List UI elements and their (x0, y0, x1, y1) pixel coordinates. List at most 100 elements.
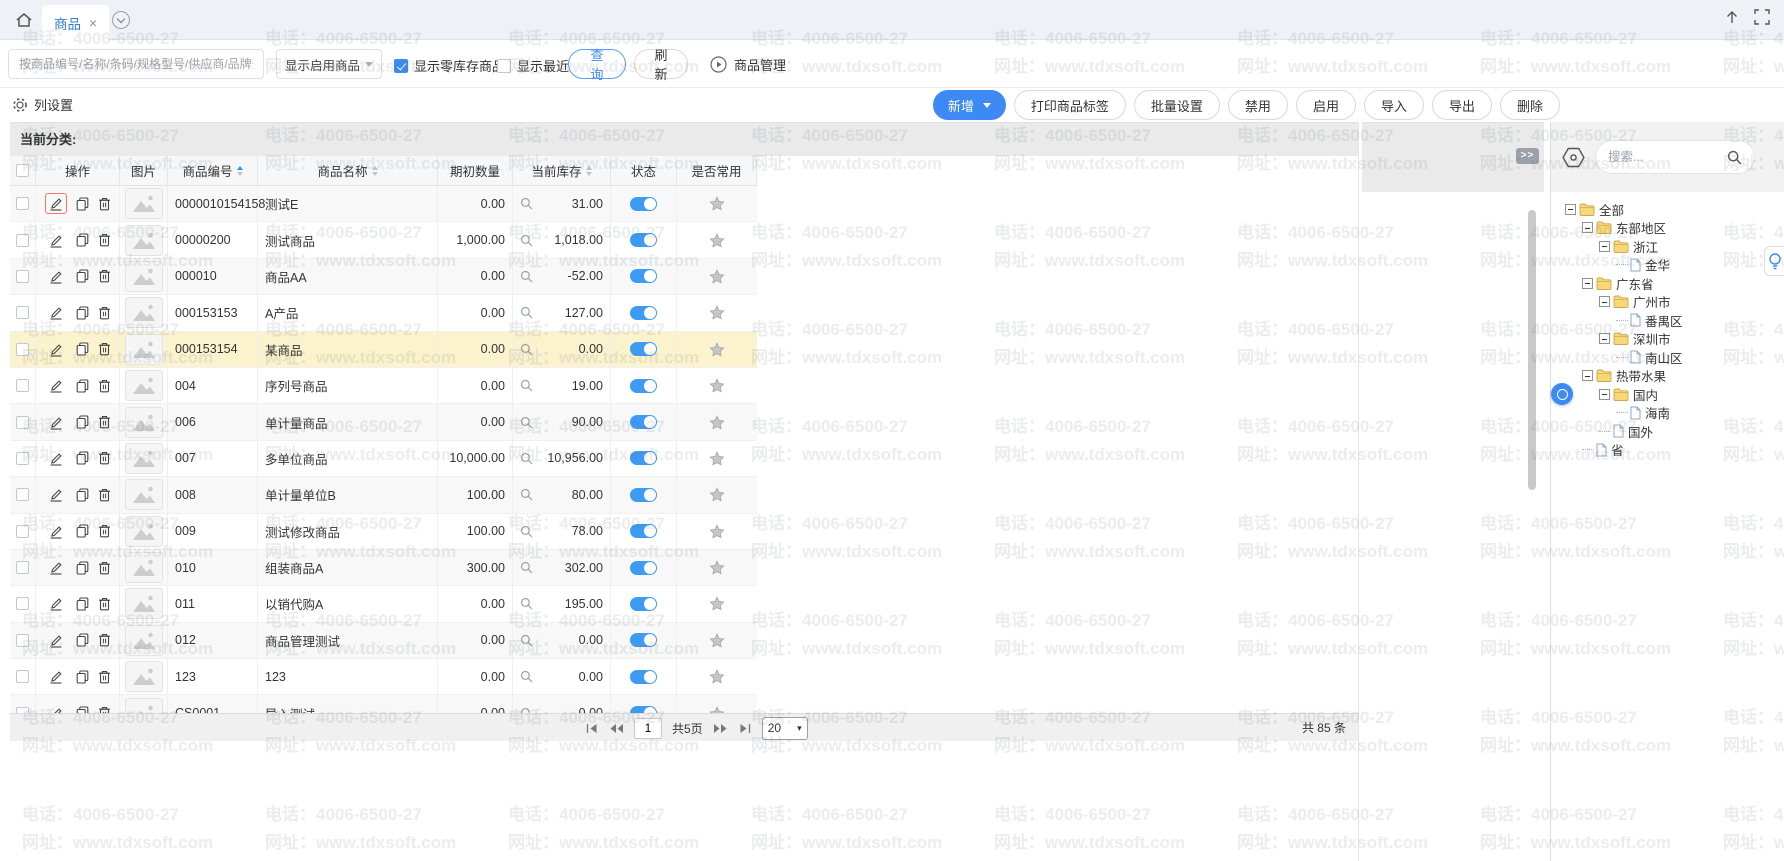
status-toggle-on[interactable] (630, 451, 657, 465)
table-row[interactable]: 012 商品管理测试 0.00 0.00 (10, 623, 757, 659)
favorite-star-icon[interactable] (709, 487, 725, 502)
edit-icon[interactable] (45, 521, 67, 542)
edit-icon[interactable] (45, 339, 67, 360)
favorite-star-icon[interactable] (709, 596, 725, 611)
copy-icon[interactable] (76, 233, 89, 247)
table-row[interactable]: 008 单计量单位B 100.00 80.00 (10, 477, 757, 513)
delete-icon[interactable] (98, 197, 111, 211)
action-button[interactable]: 导入 (1364, 90, 1424, 120)
tree-node[interactable]: 热带水果 (1551, 367, 1784, 386)
select-all-checkbox[interactable] (16, 164, 29, 177)
delete-icon[interactable] (98, 524, 111, 538)
status-toggle-on[interactable] (630, 597, 657, 611)
tree-settings-icon[interactable] (1560, 144, 1587, 171)
stock-search-icon[interactable] (520, 488, 533, 501)
action-button[interactable]: 导出 (1432, 90, 1492, 120)
edit-icon[interactable] (45, 266, 67, 287)
last-page-icon[interactable] (738, 723, 752, 734)
row-checkbox[interactable] (16, 416, 29, 429)
table-row[interactable]: 011 以销代购A 0.00 195.00 (10, 586, 757, 622)
zero-stock-checkbox[interactable]: 显示零库存商品 (394, 56, 505, 75)
page-number-input[interactable] (634, 718, 662, 739)
action-button[interactable]: 打印商品标签 (1014, 90, 1126, 120)
copy-icon[interactable] (76, 561, 89, 575)
row-checkbox[interactable] (16, 488, 29, 501)
header-name-sort[interactable]: 商品名称 (258, 156, 438, 186)
copy-icon[interactable] (76, 269, 89, 283)
status-toggle-on[interactable] (630, 342, 657, 356)
favorite-star-icon[interactable] (709, 560, 725, 575)
row-checkbox[interactable] (16, 270, 29, 283)
row-checkbox[interactable] (16, 197, 29, 210)
delete-icon[interactable] (98, 269, 111, 283)
tree-node[interactable]: 浙江 (1551, 237, 1784, 256)
favorite-star-icon[interactable] (709, 378, 725, 393)
stock-search-icon[interactable] (520, 670, 533, 683)
status-toggle-on[interactable] (630, 197, 657, 211)
stock-search-icon[interactable] (520, 197, 533, 210)
vertical-scrollbar[interactable] (1528, 210, 1536, 490)
table-row[interactable]: 004 序列号商品 0.00 19.00 (10, 368, 757, 404)
tree-node[interactable]: 海南 (1551, 404, 1784, 423)
table-row[interactable]: 006 单计量商品 0.00 90.00 (10, 404, 757, 440)
action-button[interactable]: 删除 (1500, 90, 1560, 120)
scroll-top-icon[interactable] (1724, 9, 1740, 25)
refresh-button[interactable]: 刷新 (634, 49, 688, 79)
tree-node[interactable]: 国外 (1551, 422, 1784, 441)
table-row[interactable]: 000010 商品AA 0.00 -52.00 (10, 259, 757, 295)
tree-node[interactable]: 番禺区 (1551, 311, 1784, 330)
edit-icon[interactable] (45, 630, 67, 651)
tree-node[interactable]: 全部 (1551, 200, 1784, 219)
stock-search-icon[interactable] (520, 452, 533, 465)
product-image-placeholder[interactable] (125, 334, 163, 365)
checkbox-checked-icon[interactable] (394, 59, 408, 73)
status-toggle-on[interactable] (630, 488, 657, 502)
next-page-icon[interactable] (713, 723, 728, 734)
row-checkbox[interactable] (16, 634, 29, 647)
favorite-star-icon[interactable] (709, 269, 725, 284)
action-button[interactable]: 启用 (1296, 90, 1356, 120)
edit-icon[interactable] (45, 593, 67, 614)
favorite-star-icon[interactable] (709, 706, 725, 713)
tree-node[interactable]: 南山区 (1551, 348, 1784, 367)
table-row[interactable]: 009 测试修改商品 100.00 78.00 (10, 514, 757, 550)
favorite-star-icon[interactable] (709, 342, 725, 357)
product-image-placeholder[interactable] (125, 297, 163, 328)
tree-node[interactable]: 深圳市 (1551, 330, 1784, 349)
favorite-star-icon[interactable] (709, 524, 725, 539)
product-image-placeholder[interactable] (125, 479, 163, 510)
stock-search-icon[interactable] (520, 561, 533, 574)
tree-node[interactable]: 金华 (1551, 256, 1784, 275)
stock-search-icon[interactable] (520, 270, 533, 283)
tree-node[interactable]: 广州市 (1551, 293, 1784, 312)
status-toggle-on[interactable] (630, 415, 657, 429)
status-toggle-on[interactable] (630, 633, 657, 647)
product-image-placeholder[interactable] (125, 516, 163, 547)
copy-icon[interactable] (76, 306, 89, 320)
table-row[interactable]: 0000010154158 测试E 0.00 31.00 (10, 186, 757, 222)
copy-icon[interactable] (76, 670, 89, 684)
edit-icon[interactable] (45, 302, 67, 323)
row-checkbox[interactable] (16, 452, 29, 465)
edit-icon[interactable] (45, 448, 67, 469)
product-image-placeholder[interactable] (125, 261, 163, 292)
stock-search-icon[interactable] (520, 416, 533, 429)
favorite-star-icon[interactable] (709, 196, 725, 211)
delete-icon[interactable] (98, 561, 111, 575)
add-button[interactable]: 新增 (933, 90, 1006, 120)
status-toggle-on[interactable] (630, 269, 657, 283)
edit-icon[interactable] (45, 193, 67, 214)
copy-icon[interactable] (76, 524, 89, 538)
status-toggle-on[interactable] (630, 379, 657, 393)
action-button[interactable]: 禁用 (1228, 90, 1288, 120)
home-icon[interactable] (14, 10, 34, 30)
tree-node[interactable]: 广东省 (1551, 274, 1784, 293)
copy-icon[interactable] (76, 342, 89, 356)
stock-search-icon[interactable] (520, 379, 533, 392)
stock-search-icon[interactable] (520, 343, 533, 356)
row-checkbox[interactable] (16, 343, 29, 356)
tree-collapse-icon[interactable] (1582, 222, 1593, 233)
status-toggle-on[interactable] (630, 306, 657, 320)
tree-collapse-icon[interactable] (1582, 278, 1593, 289)
favorite-star-icon[interactable] (709, 305, 725, 320)
